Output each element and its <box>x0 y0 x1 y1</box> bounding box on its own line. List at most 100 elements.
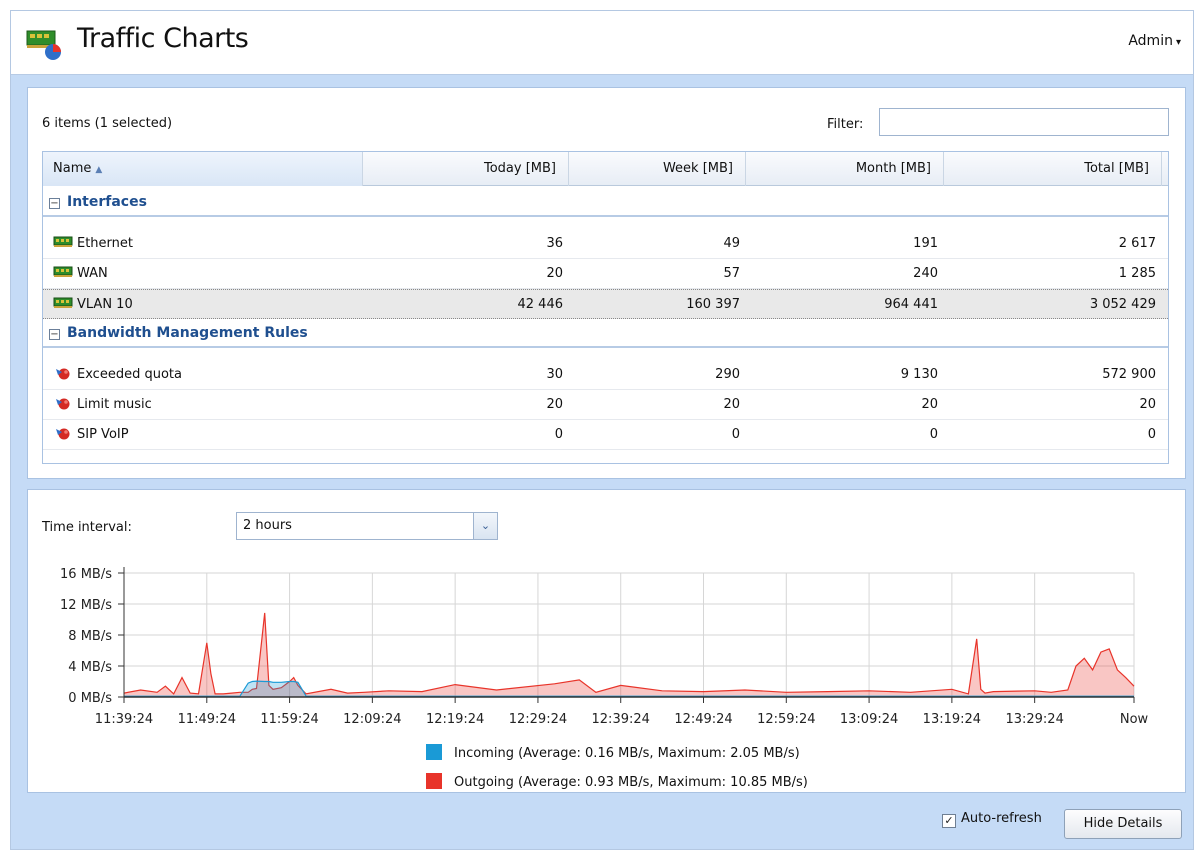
table-row[interactable]: WAN 20 57 240 1 285 <box>43 259 1168 289</box>
cell-month: 191 <box>913 236 938 251</box>
column-header-name-label: Name <box>53 161 92 176</box>
bandwidth-rule-icon <box>56 398 70 410</box>
group-label: Bandwidth Management Rules <box>67 325 308 341</box>
chevron-down-icon: ▾ <box>1175 37 1181 48</box>
row-name: Exceeded quota <box>77 367 182 382</box>
x-tick-label: 12:39:24 <box>592 712 650 727</box>
traffic-chart-panel: Time interval: 2 hours ⌄ 16 MB/s 12 MB/s 8… <box>27 489 1186 793</box>
y-tick-label: 16 MB/s <box>60 567 112 582</box>
incoming-swatch <box>426 744 442 760</box>
table-row[interactable]: Ethernet 36 49 191 2 617 <box>43 229 1168 259</box>
filter-label: Filter: <box>827 117 864 132</box>
x-tick-label: 11:59:24 <box>260 712 318 727</box>
sort-ascending-icon: ▲ <box>95 165 103 175</box>
cell-week: 57 <box>723 266 740 281</box>
auto-refresh-toggle[interactable]: ✓ Auto-refresh <box>942 811 1042 828</box>
row-name: WAN <box>77 266 108 281</box>
grid-header: Name ▲ Today [MB] Week [MB] Month [MB] To… <box>43 152 1168 186</box>
cell-week: 160 397 <box>686 297 740 312</box>
x-tick-label: 12:19:24 <box>426 712 484 727</box>
y-tick-label: 12 MB/s <box>60 598 112 613</box>
row-name: Ethernet <box>77 236 133 251</box>
admin-menu-label: Admin <box>1128 33 1173 49</box>
network-card-icon <box>53 297 73 308</box>
network-card-icon <box>53 236 73 247</box>
x-axis-labels: 11:39:24 11:49:24 11:59:24 12:09:24 12:19:24… <box>95 712 1149 727</box>
x-tick-label: 13:19:24 <box>923 712 981 727</box>
admin-user-menu[interactable]: Admin ▾ <box>1128 33 1181 49</box>
y-tick-label: 4 MB/s <box>68 660 112 675</box>
y-axis-labels: 16 MB/s 12 MB/s 8 MB/s 4 MB/s 0 MB/s <box>60 567 112 706</box>
filter-input[interactable] <box>879 108 1169 136</box>
app-window: Traffic Charts Admin ▾ 6 items (1 selecte… <box>10 10 1194 850</box>
cell-week: 49 <box>723 236 740 251</box>
cell-month: 20 <box>921 397 938 412</box>
x-tick-label: 12:29:24 <box>509 712 567 727</box>
row-name: Limit music <box>77 397 152 412</box>
table-row-selected[interactable]: VLAN 10 42 446 160 397 964 441 3 052 429 <box>43 289 1168 319</box>
y-tick-label: 8 MB/s <box>68 629 112 644</box>
x-tick-label: 12:49:24 <box>674 712 732 727</box>
x-tick-label: 11:39:24 <box>95 712 153 727</box>
page-title: Traffic Charts <box>77 23 249 54</box>
column-header-total[interactable]: Total [MB] <box>944 152 1162 186</box>
bandwidth-rule-icon <box>56 428 70 440</box>
chart-grid <box>124 572 1135 697</box>
cell-today: 20 <box>546 397 563 412</box>
traffic-grid: Name ▲ Today [MB] Week [MB] Month [MB] To… <box>42 151 1169 464</box>
outgoing-swatch <box>426 773 442 789</box>
cell-today: 42 446 <box>517 297 564 312</box>
cell-total: 20 <box>1139 397 1156 412</box>
legend-item-incoming: Incoming (Average: 0.16 MB/s, Maximum: 2… <box>426 744 800 761</box>
row-name: SIP VoIP <box>77 427 129 442</box>
cell-total: 3 052 429 <box>1089 297 1156 312</box>
chart-series <box>123 612 1135 697</box>
cell-today: 0 <box>554 427 563 442</box>
cell-today: 36 <box>546 236 563 251</box>
collapse-icon[interactable]: − <box>49 198 60 209</box>
column-header-month[interactable]: Month [MB] <box>746 152 944 186</box>
group-header-interfaces[interactable]: − Interfaces <box>43 187 1168 217</box>
title-bar: Traffic Charts Admin ▾ <box>11 11 1193 75</box>
table-row[interactable]: Limit music 20 20 20 20 <box>43 390 1168 420</box>
cell-week: 290 <box>715 367 740 382</box>
column-header-name[interactable]: Name ▲ <box>43 152 363 186</box>
cell-today: 20 <box>546 266 563 281</box>
cell-month: 240 <box>913 266 938 281</box>
hide-details-button[interactable]: Hide Details <box>1064 809 1182 839</box>
group-header-bandwidth-rules[interactable]: − Bandwidth Management Rules <box>43 318 1168 348</box>
cell-month: 9 130 <box>900 367 938 382</box>
cell-total: 0 <box>1147 427 1156 442</box>
traffic-table-panel: 6 items (1 selected) Filter: Name ▲ Today… <box>27 87 1186 479</box>
cell-week: 20 <box>723 397 740 412</box>
cell-month: 964 441 <box>884 297 938 312</box>
column-header-today[interactable]: Today [MB] <box>363 152 569 186</box>
bandwidth-rule-icon <box>56 368 70 380</box>
y-tick-label: 0 MB/s <box>68 691 112 706</box>
x-tick-label: 13:29:24 <box>1005 712 1063 727</box>
legend-item-outgoing: Outgoing (Average: 0.93 MB/s, Maximum: 1… <box>426 773 808 790</box>
cell-total: 572 900 <box>1102 367 1156 382</box>
legend-label: Outgoing (Average: 0.93 MB/s, Maximum: 1… <box>454 775 808 790</box>
cell-today: 30 <box>546 367 563 382</box>
auto-refresh-checkbox[interactable]: ✓ <box>942 814 956 828</box>
cell-total: 2 617 <box>1118 236 1156 251</box>
column-header-week[interactable]: Week [MB] <box>569 152 746 186</box>
cell-week: 0 <box>731 427 740 442</box>
x-tick-label: Now <box>1120 712 1149 727</box>
items-count: 6 items (1 selected) <box>42 116 173 131</box>
x-tick-label: 11:49:24 <box>178 712 236 727</box>
x-tick-label: 13:09:24 <box>840 712 898 727</box>
collapse-icon[interactable]: − <box>49 329 60 340</box>
cell-total: 1 285 <box>1118 266 1156 281</box>
table-row[interactable]: SIP VoIP 0 0 0 0 <box>43 420 1168 450</box>
legend-label: Incoming (Average: 0.16 MB/s, Maximum: 2… <box>454 746 800 761</box>
x-tick-label: 12:59:24 <box>757 712 815 727</box>
group-label: Interfaces <box>67 194 147 210</box>
row-name: VLAN 10 <box>77 297 133 312</box>
cell-month: 0 <box>929 427 938 442</box>
traffic-charts-app-icon <box>26 30 61 60</box>
table-row[interactable]: Exceeded quota 30 290 9 130 572 900 <box>43 360 1168 390</box>
network-card-icon <box>53 266 73 277</box>
x-tick-label: 12:09:24 <box>343 712 401 727</box>
